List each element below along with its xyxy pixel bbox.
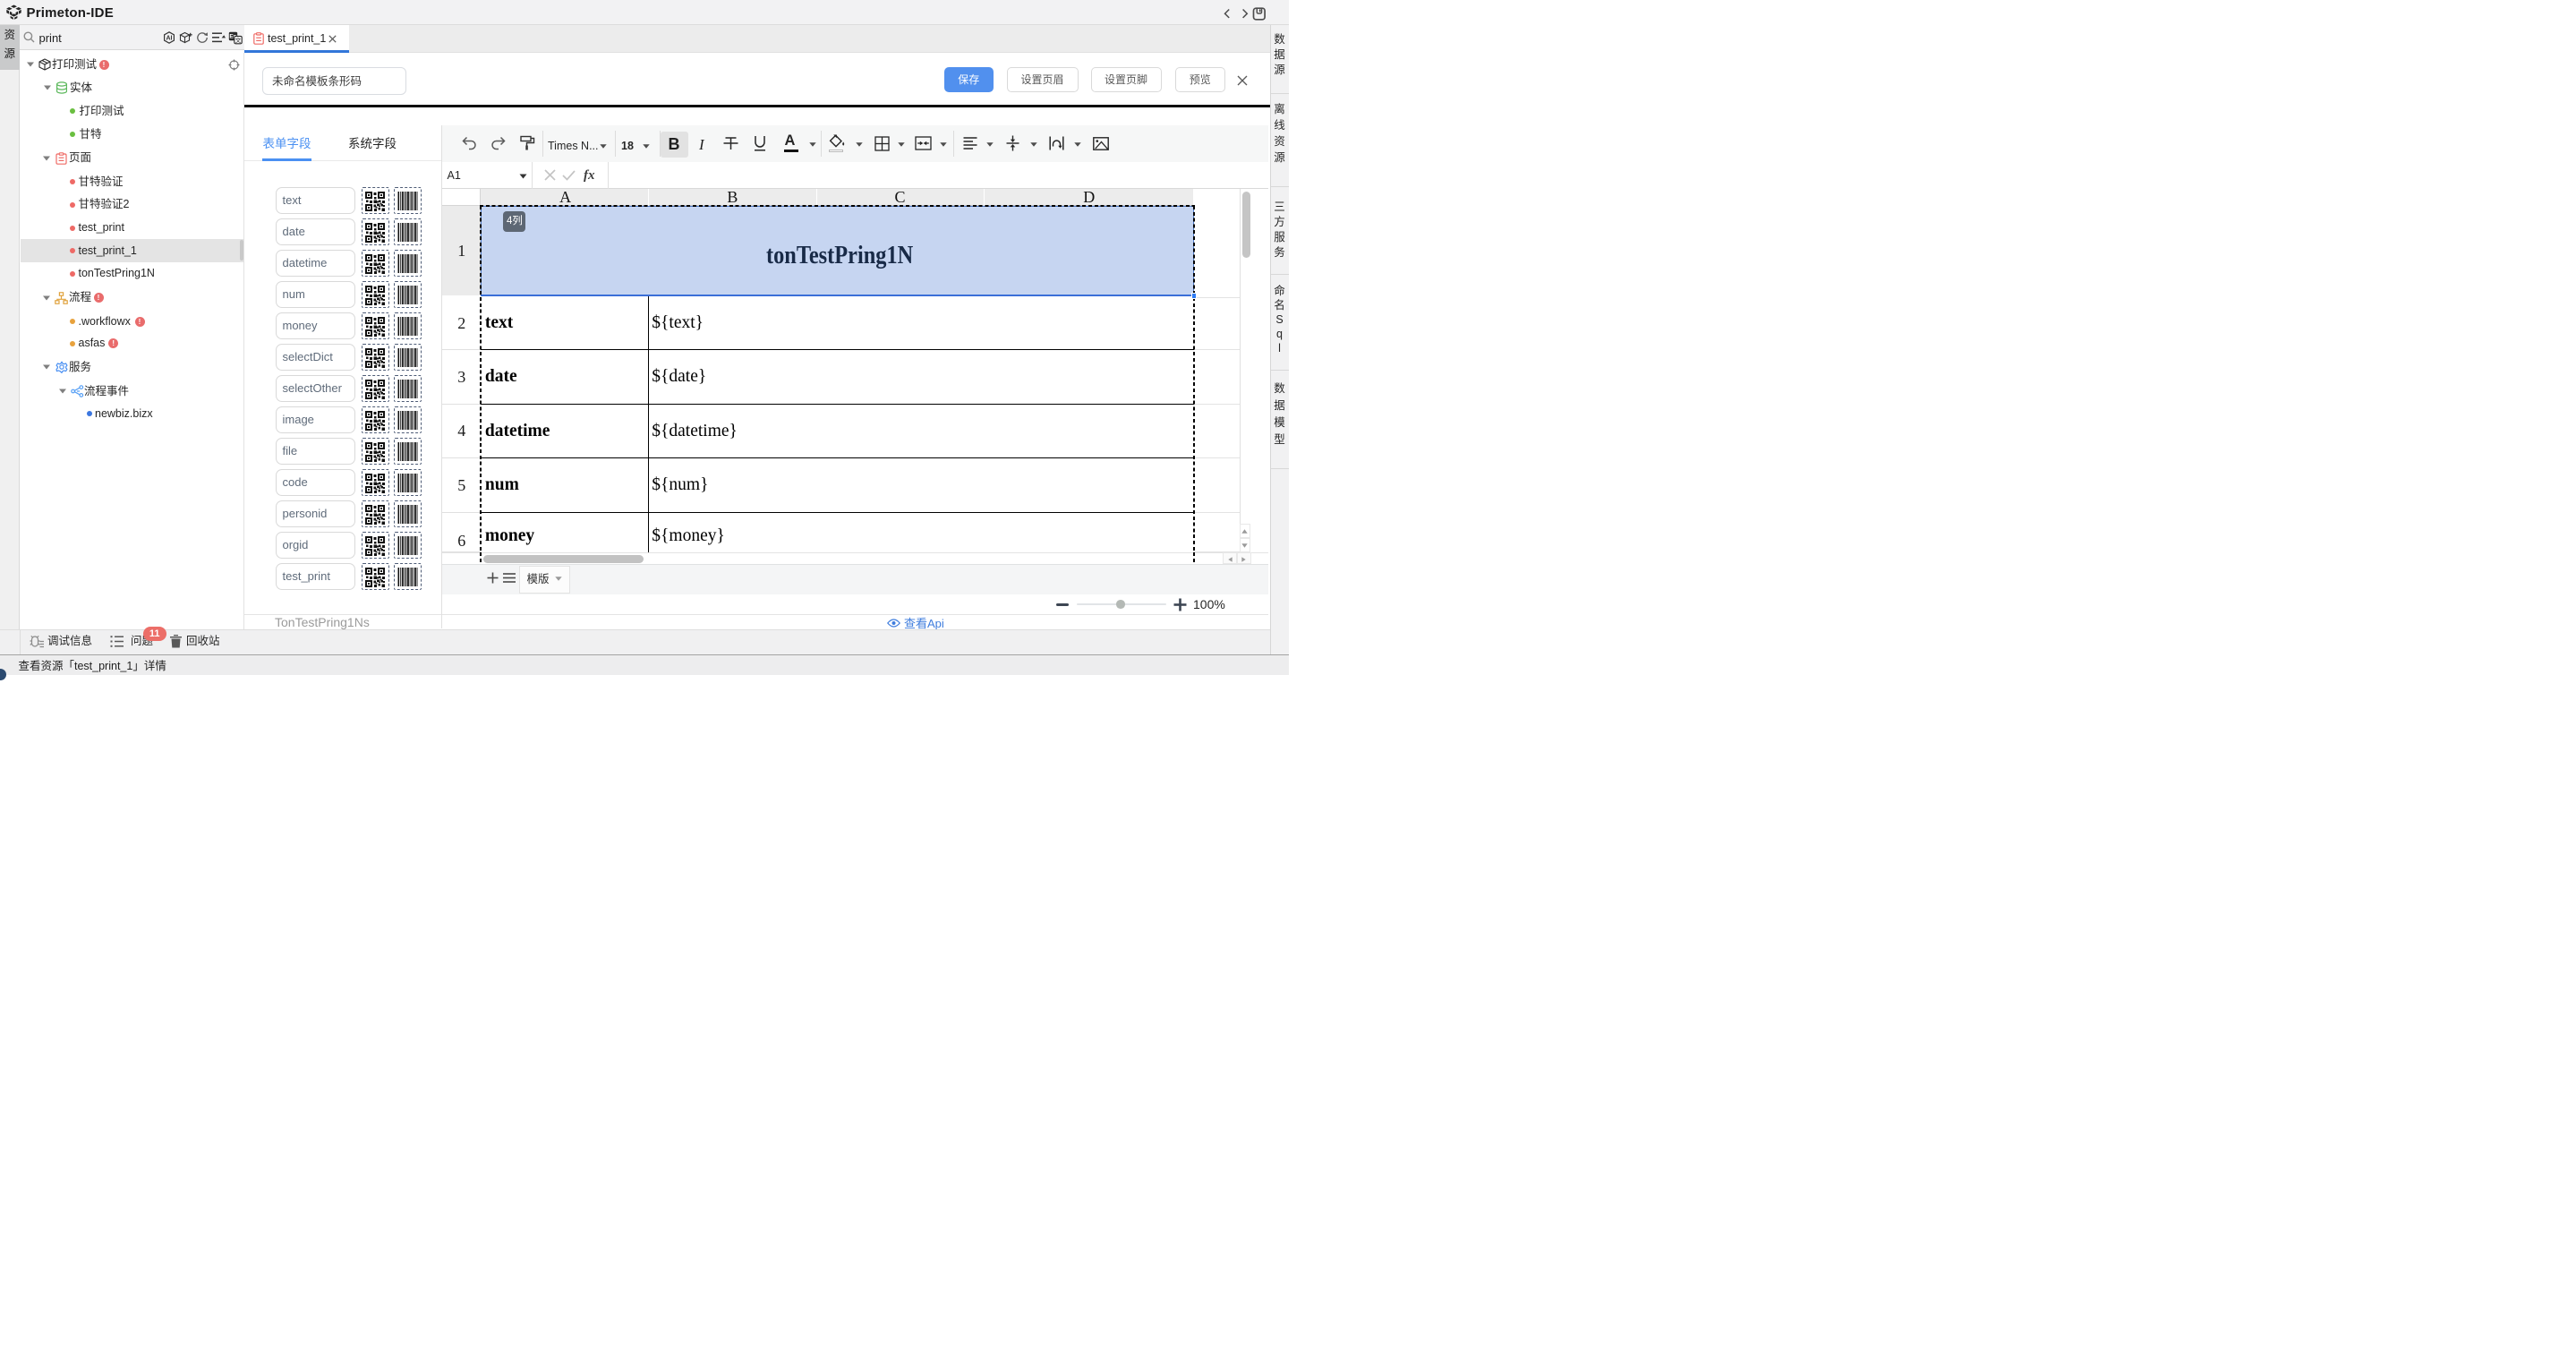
svg-text:文: 文 xyxy=(235,36,242,44)
svg-text:AI: AI xyxy=(166,36,173,42)
